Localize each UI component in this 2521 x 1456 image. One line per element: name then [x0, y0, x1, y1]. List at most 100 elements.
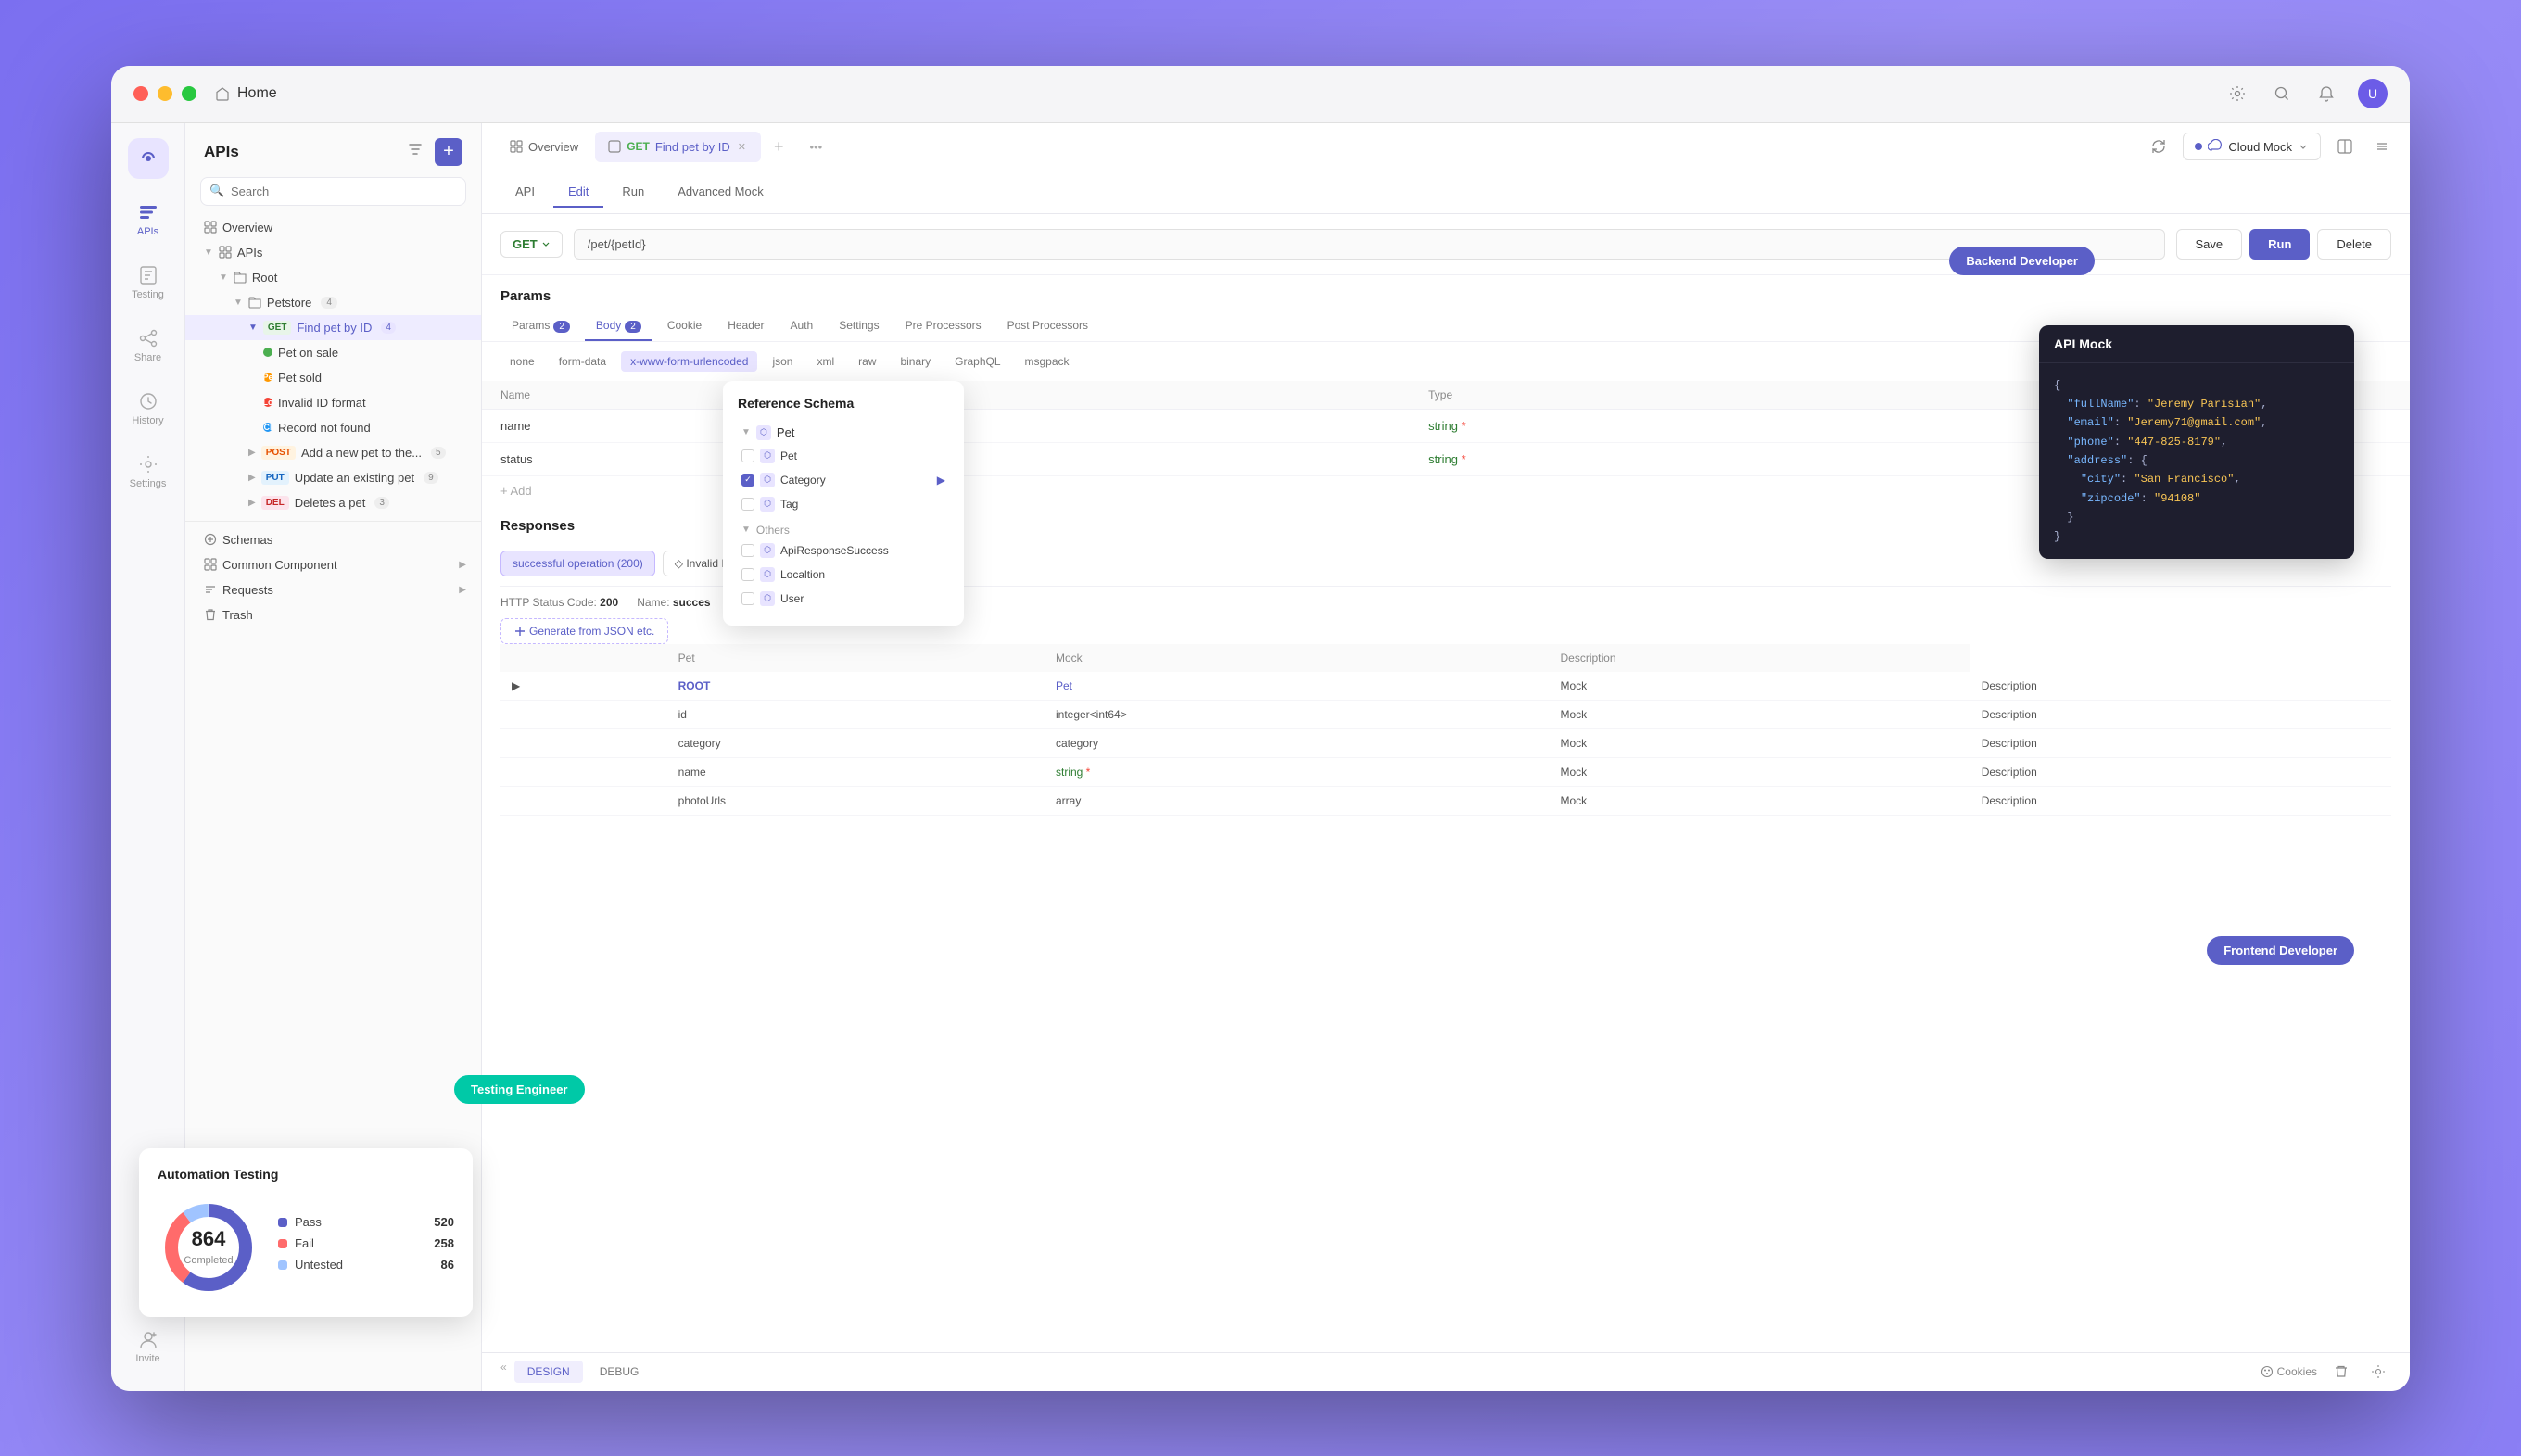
sub-tab-pre-processors[interactable]: Pre Processors [894, 311, 993, 341]
completed-number: 864 [184, 1227, 233, 1251]
close-button[interactable] [133, 86, 148, 101]
resp-root-expand[interactable]: ▶ [500, 672, 667, 701]
filter-button[interactable] [403, 140, 427, 164]
sub-tab-auth[interactable]: Auth [779, 311, 825, 341]
run-button[interactable]: Run [2249, 229, 2310, 260]
category-checkbox[interactable]: ✓ [741, 474, 754, 487]
user-checkbox[interactable] [741, 592, 754, 605]
ref-api-response[interactable]: ⬡ ApiResponseSuccess [738, 538, 949, 563]
refresh-icon-btn[interactable] [2146, 133, 2172, 159]
sidebar-item-invite[interactable]: Invite [119, 1317, 178, 1376]
cloud-mock-button[interactable]: Cloud Mock [2183, 133, 2321, 160]
save-button[interactable]: Save [2176, 229, 2243, 260]
tree-apis-folder[interactable]: ▼ APIs [185, 240, 481, 265]
home-nav[interactable]: Home [215, 85, 277, 102]
sub-tab-cookie[interactable]: Cookie [656, 311, 713, 341]
body-type-raw[interactable]: raw [849, 351, 885, 372]
api-tab-advanced-mock[interactable]: Advanced Mock [663, 177, 779, 208]
api-tab-run[interactable]: Run [607, 177, 659, 208]
trash-bottom-btn[interactable] [2328, 1359, 2354, 1385]
tree-trash[interactable]: Trash [185, 602, 481, 627]
body-type-binary[interactable]: binary [891, 351, 940, 372]
body-type-graphql[interactable]: GraphQL [945, 351, 1009, 372]
search-input[interactable] [200, 177, 466, 206]
maximize-button[interactable] [182, 86, 196, 101]
tree-update-pet-put[interactable]: ▶ PUT Update an existing pet 9 [185, 465, 481, 490]
apis-folder-label: APIs [237, 246, 262, 260]
api-response-checkbox[interactable] [741, 544, 754, 557]
body-type-form-data[interactable]: form-data [550, 351, 615, 372]
tree-delete-pet[interactable]: ▶ DEL Deletes a pet 3 [185, 490, 481, 515]
ref-tag-item[interactable]: ⬡ Tag [738, 492, 949, 516]
ref-pet-expand[interactable]: ▼ ⬡ Pet [738, 422, 949, 444]
sub-tab-post-processors[interactable]: Post Processors [996, 311, 1099, 341]
bottom-tabs: « DESIGN DEBUG [500, 1361, 652, 1383]
history-icon [138, 391, 158, 411]
layout-icon-btn[interactable] [2332, 133, 2358, 159]
settings-bottom-btn[interactable] [2365, 1359, 2391, 1385]
api-tab-edit[interactable]: Edit [553, 177, 603, 208]
tree-invalid-id[interactable]: Lo Invalid ID format [185, 390, 481, 415]
ref-category-item[interactable]: ✓ ⬡ Category ▶ [738, 468, 949, 492]
tree-common-component[interactable]: Common Component ▶ [185, 552, 481, 577]
tree-pet-sold[interactable]: Pe Pet sold [185, 365, 481, 390]
tree-overview[interactable]: Overview [185, 215, 481, 240]
method-select[interactable]: GET [500, 231, 563, 258]
add-api-button[interactable]: + [435, 138, 462, 166]
delete-button[interactable]: Delete [2317, 229, 2391, 260]
pet-item-label: Pet [780, 449, 797, 462]
search-icon-btn[interactable] [2269, 81, 2295, 107]
body-type-none[interactable]: none [500, 351, 544, 372]
tree-root-folder[interactable]: ▼ Root [185, 265, 481, 290]
sub-tab-header[interactable]: Header [716, 311, 775, 341]
tab-overview[interactable]: Overview [497, 133, 591, 161]
ref-user-item[interactable]: ⬡ User [738, 587, 949, 611]
sidebar-item-share[interactable]: Share [119, 316, 178, 375]
tree-add-pet-post[interactable]: ▶ POST Add a new pet to the... 5 [185, 440, 481, 465]
resp-name-type: string * [1045, 757, 1550, 786]
tree-petstore-folder[interactable]: ▼ Petstore 4 [185, 290, 481, 315]
tree-requests[interactable]: Requests ▶ [185, 577, 481, 602]
sidebar-item-apis[interactable]: APIs [119, 190, 178, 249]
location-checkbox[interactable] [741, 568, 754, 581]
body-type-msgpack[interactable]: msgpack [1016, 351, 1079, 372]
tree-pet-on-sale[interactable]: Pet on sale [185, 340, 481, 365]
bottom-tab-debug[interactable]: DEBUG [587, 1361, 652, 1383]
tree-find-pet-get[interactable]: ▼ GET Find pet by ID 4 [185, 315, 481, 340]
url-input[interactable] [574, 229, 2165, 260]
body-type-xml[interactable]: xml [807, 351, 843, 372]
bottom-tab-design[interactable]: DESIGN [514, 1361, 583, 1383]
pet-checkbox[interactable] [741, 449, 754, 462]
backend-developer-badge: Backend Developer [1949, 247, 2095, 275]
generate-icon [514, 626, 526, 637]
tab-close-btn[interactable]: ✕ [736, 139, 748, 155]
bell-icon-btn[interactable] [2313, 81, 2339, 107]
api-tab-api[interactable]: API [500, 177, 550, 208]
tree-schemas[interactable]: Schemas [185, 527, 481, 552]
generate-btn[interactable]: Generate from JSON etc. [500, 618, 668, 644]
ref-others-group[interactable]: ▼ Others [738, 516, 949, 538]
tab-more-btn[interactable]: ••• [797, 133, 836, 161]
ref-pet-item[interactable]: ⬡ Pet [738, 444, 949, 468]
sidebar-item-history[interactable]: History [119, 379, 178, 438]
tab-find-pet[interactable]: GET Find pet by ID ✕ [595, 132, 761, 162]
add-pet-arrow: ▶ [248, 448, 256, 458]
minimize-button[interactable] [158, 86, 172, 101]
body-type-json[interactable]: json [763, 351, 802, 372]
sub-tab-params[interactable]: Params2 [500, 311, 581, 341]
put-method-badge: PUT [261, 471, 289, 485]
tree-record-not-found[interactable]: Cl Record not found [185, 415, 481, 440]
sidebar-item-testing[interactable]: Testing [119, 253, 178, 312]
response-tab-200[interactable]: successful operation (200) [500, 551, 655, 576]
tag-checkbox[interactable] [741, 498, 754, 511]
tab-add-btn[interactable]: + [765, 133, 793, 160]
sub-tab-settings[interactable]: Settings [828, 311, 890, 341]
ref-location-item[interactable]: ⬡ Localtion [738, 563, 949, 587]
body-type-urlencoded[interactable]: x-www-form-urlencoded [621, 351, 757, 372]
settings-icon-btn[interactable] [2224, 81, 2250, 107]
sidebar-item-settings[interactable]: Settings [119, 442, 178, 501]
menu-icon-btn[interactable] [2369, 133, 2395, 159]
user-avatar[interactable]: U [2358, 79, 2388, 108]
sub-tab-body[interactable]: Body2 [585, 311, 652, 341]
requests-arrow: ▶ [459, 585, 466, 595]
